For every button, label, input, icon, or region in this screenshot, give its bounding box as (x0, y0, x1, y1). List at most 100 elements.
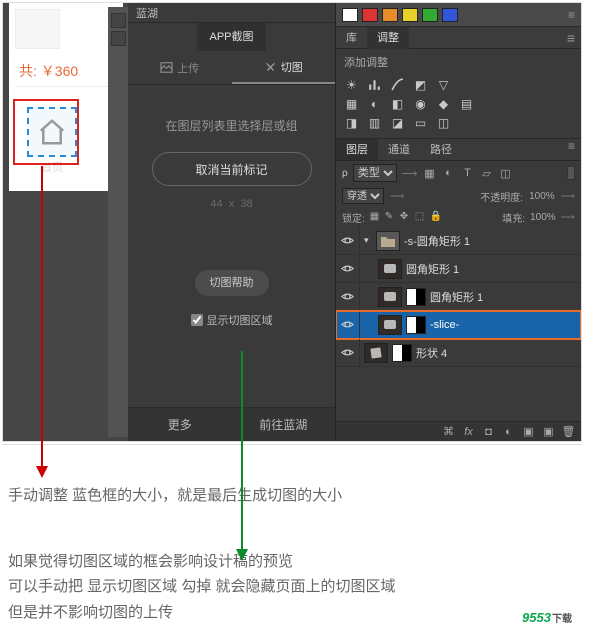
curves-icon[interactable] (390, 77, 405, 92)
channelmixer-icon[interactable]: ◆ (436, 96, 451, 111)
swatch-green[interactable] (422, 8, 438, 22)
swatch-blue[interactable] (442, 8, 458, 22)
filter-adjust-icon[interactable]: ◐ (441, 166, 455, 180)
home-label: 首页 (27, 159, 77, 175)
price-text: 共: ￥360 (15, 55, 123, 87)
lock-label: 锁定: (342, 210, 365, 225)
bw-icon[interactable]: ◧ (390, 96, 405, 111)
lock-transparent-icon[interactable]: ▦ (370, 211, 382, 223)
swatch-orange[interactable] (382, 8, 398, 22)
layers-panel: 图层 通道 路径 ≡ ρ 类型 ⟶ ▦ ◐ T ▱ ◫ 穿透 ⟶ 不透明度: 1… (336, 139, 581, 441)
slice-help-button[interactable]: 切图帮助 (195, 270, 269, 296)
tab-layers[interactable]: 图层 (336, 139, 378, 160)
tab-empty-right[interactable] (266, 23, 335, 51)
filter-text-icon[interactable]: T (460, 166, 474, 180)
blend-mode-select[interactable]: 穿透 (342, 188, 384, 204)
tab-adjustments[interactable]: 调整 (367, 27, 409, 49)
lock-pixels-icon[interactable]: ✎ (385, 211, 397, 223)
layer-thumb (378, 287, 402, 307)
layer-row[interactable]: 圆角矩形 1 (336, 283, 581, 311)
show-slice-area-label: 显示切图区域 (207, 312, 273, 328)
invert-icon[interactable]: ◨ (344, 115, 359, 130)
filter-smart-icon[interactable]: ◫ (498, 166, 512, 180)
group-icon[interactable]: ▣ (522, 425, 535, 438)
opacity-value[interactable]: 100% (529, 191, 555, 202)
gradientmap-icon[interactable]: ▭ (413, 115, 428, 130)
swatch-yellow[interactable] (402, 8, 418, 22)
filter-toggle[interactable] (567, 166, 575, 180)
cancel-mark-button[interactable]: 取消当前标记 (152, 152, 312, 186)
tab-empty-left[interactable] (128, 23, 197, 51)
dim-width: 44 (210, 198, 222, 210)
dock-button[interactable] (111, 31, 126, 46)
lanhu-plugin-panel: 蓝湖 APP截图 上传 切图 在图层列表里选择层或组 取消当前标记 44 x 3… (128, 3, 335, 441)
lock-fill-row: 锁定: ▦ ✎ ✥ ⬚ 🔒 填充: 100% ⟶ (336, 207, 581, 227)
posterize-icon[interactable]: ▥ (367, 115, 382, 130)
layer-row[interactable]: 形状 4 (336, 339, 581, 367)
more-button[interactable]: 更多 (128, 408, 232, 441)
adjustment-icons-row3: ◨ ▥ ◪ ▭ ◫ (336, 113, 581, 132)
goto-lanhu-button[interactable]: 前往蓝湖 (232, 408, 336, 441)
opacity-label: 不透明度: (480, 189, 523, 204)
blend-opacity-row: 穿透 ⟶ 不透明度: 100% ⟶ (336, 185, 581, 207)
subtab-slice[interactable]: 切图 (232, 51, 336, 84)
colorlookup-icon[interactable]: ▤ (459, 96, 474, 111)
new-layer-icon[interactable]: ▣ (542, 425, 555, 438)
swatch-red[interactable] (362, 8, 378, 22)
visibility-toggle[interactable] (336, 339, 360, 366)
mask-icon[interactable]: ◘ (482, 425, 495, 438)
panel-menu-icon[interactable]: ≡ (561, 30, 581, 46)
filter-kind-select[interactable]: 类型 (353, 164, 397, 182)
visibility-toggle[interactable] (336, 311, 360, 338)
filter-shape-icon[interactable]: ▱ (479, 166, 493, 180)
vibrance-icon[interactable]: ▽ (436, 77, 451, 92)
threshold-icon[interactable]: ◪ (390, 115, 405, 130)
layer-row[interactable]: 圆角矩形 1 (336, 255, 581, 283)
visibility-toggle[interactable] (336, 227, 360, 254)
panel-menu-icon[interactable]: ≡ (568, 8, 575, 22)
show-slice-area-checkbox[interactable] (191, 314, 203, 326)
dock-button[interactable] (111, 13, 126, 28)
screenshot-region: 共: ￥360 首页 蓝湖 APP截图 上传 (2, 2, 582, 442)
subtab-upload[interactable]: 上传 (128, 51, 232, 84)
fx-icon[interactable]: fx (462, 425, 475, 438)
twisty-icon[interactable]: ▾ (364, 235, 374, 246)
visibility-toggle[interactable] (336, 283, 360, 310)
tab-library[interactable]: 库 (336, 27, 367, 49)
layer-row[interactable]: -slice- (336, 311, 581, 339)
watermark-text: 下载 (552, 610, 572, 625)
swatch-white[interactable] (342, 8, 358, 22)
brightness-icon[interactable]: ☀ (344, 77, 359, 92)
exposure-icon[interactable]: ◩ (413, 77, 428, 92)
adjustment-layer-icon[interactable]: ◐ (502, 425, 515, 438)
lock-position-icon[interactable]: ✥ (400, 211, 412, 223)
link-layers-icon[interactable]: ⌘ (442, 425, 455, 438)
colorbalance-icon[interactable]: ◐ (367, 96, 382, 111)
lock-artboard-icon[interactable]: ⬚ (415, 211, 427, 223)
tab-channels[interactable]: 通道 (378, 139, 420, 160)
home-slice-box[interactable] (27, 107, 77, 157)
trash-icon[interactable]: 🗑 (562, 425, 575, 438)
lock-all-icon[interactable]: 🔒 (430, 211, 442, 223)
layer-list: ▾-s-圆角矩形 1圆角矩形 1圆角矩形 1-slice-形状 4 (336, 227, 581, 421)
show-slice-area-toggle[interactable]: 显示切图区域 (191, 312, 273, 328)
artboard: 共: ￥360 首页 (9, 3, 123, 191)
thumb-partial (15, 9, 60, 49)
visibility-toggle[interactable] (336, 255, 360, 282)
tab-paths[interactable]: 路径 (420, 139, 462, 160)
levels-icon[interactable] (367, 77, 382, 92)
tab-app-screenshot[interactable]: APP截图 (197, 23, 266, 51)
separator (2, 444, 582, 445)
select-layer-hint: 在图层列表里选择层或组 (165, 117, 297, 134)
watermark: 9553下载 (504, 604, 590, 630)
slice-icon (264, 61, 277, 72)
layer-row[interactable]: ▾-s-圆角矩形 1 (336, 227, 581, 255)
panel-menu-icon[interactable]: ≡ (562, 139, 581, 160)
photofilter-icon[interactable]: ◉ (413, 96, 428, 111)
adjustments-tabs: 库 调整 ≡ (336, 27, 581, 49)
selectivecolor-icon[interactable]: ◫ (436, 115, 451, 130)
adjustment-icons-row2: ▦ ◐ ◧ ◉ ◆ ▤ (336, 94, 581, 113)
hue-icon[interactable]: ▦ (344, 96, 359, 111)
filter-pixel-icon[interactable]: ▦ (422, 166, 436, 180)
fill-value[interactable]: 100% (530, 212, 556, 223)
